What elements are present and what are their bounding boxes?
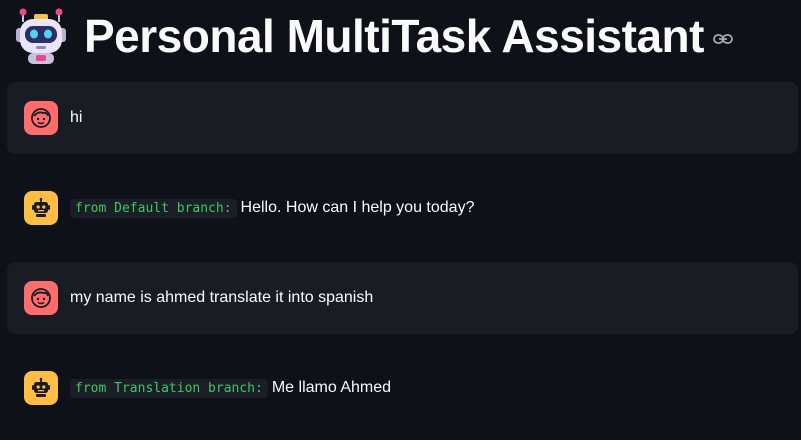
branch-badge: from Translation branch: [70,378,268,398]
chat-message-user: hi [7,82,798,154]
page-title: Personal MultiTask Assistant [84,10,704,62]
message-text: Hello. How can I help you today? [240,199,475,216]
chat-message-user: my name is ahmed translate it into spani… [7,262,798,334]
branch-badge: from Default branch: [70,198,237,218]
robot-icon [24,191,58,225]
message-text: hi [70,109,83,126]
user-face-icon [24,281,58,315]
robot-face-icon [16,8,66,64]
chat-message-assistant: from Translation branch: Me llamo Ahmed [7,352,798,424]
chat-message-assistant: from Default branch: Hello. How can I he… [7,172,798,244]
page-header: Personal MultiTask Assistant [14,6,734,66]
chat-app: Personal MultiTask Assistant hi from Def… [0,0,801,440]
user-face-icon [24,101,58,135]
message-text: my name is ahmed translate it into spani… [70,289,374,306]
link-icon[interactable] [713,33,733,45]
robot-icon [24,371,58,405]
link-icon[interactable] [712,28,734,50]
message-text: Me llamo Ahmed [271,379,392,396]
